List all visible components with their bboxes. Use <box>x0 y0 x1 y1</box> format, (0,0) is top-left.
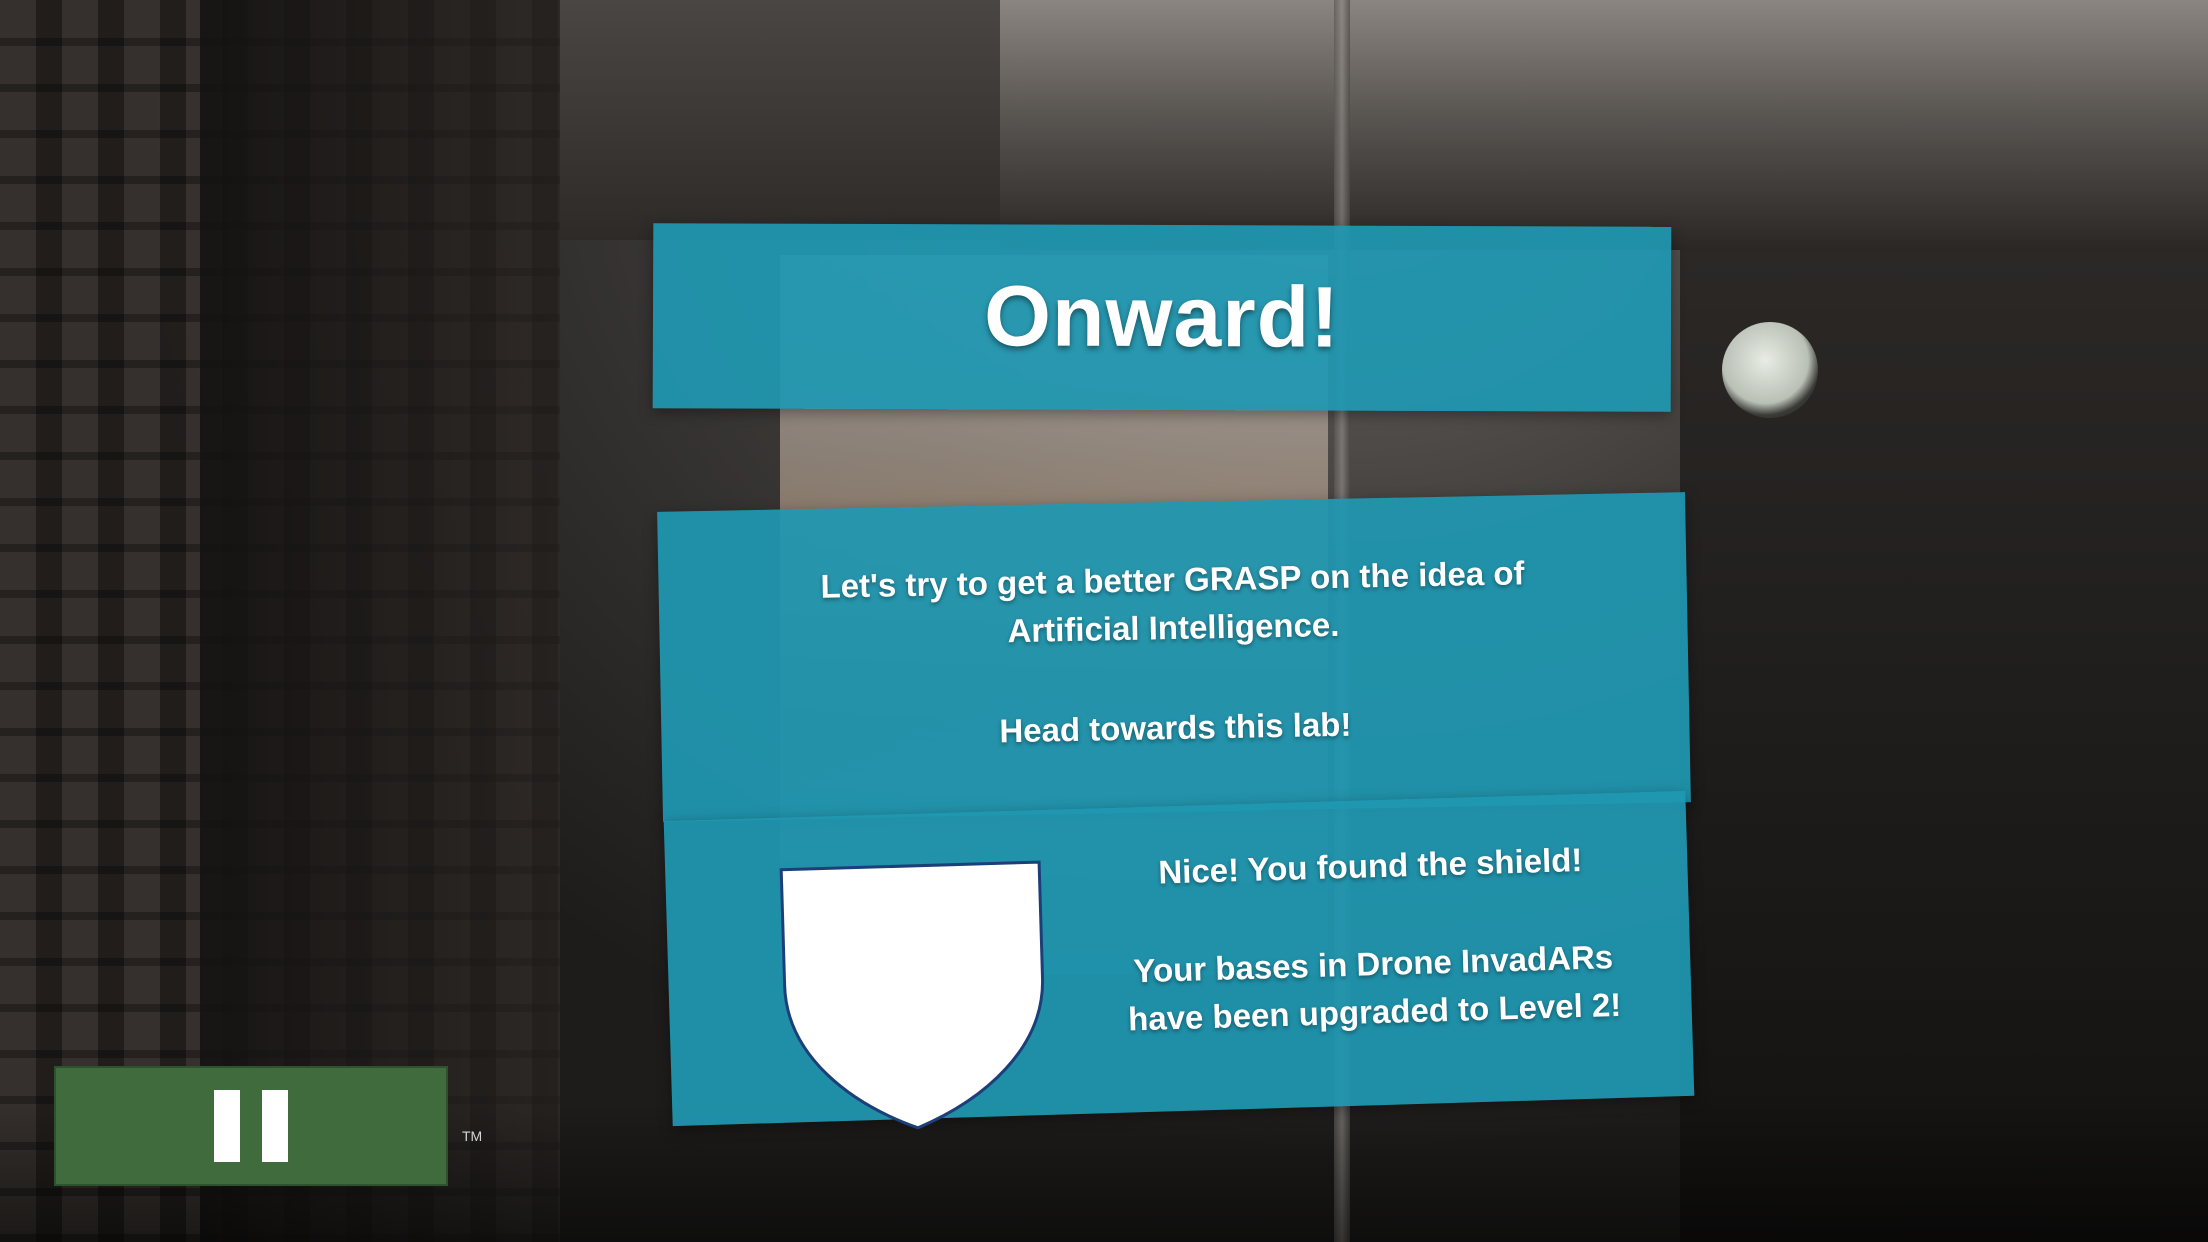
ar-camera-view: Onward! Let's try to get a better GRASP … <box>0 0 2208 1242</box>
reward-headline: Nice! You found the shield! <box>1157 841 1583 891</box>
reward-panel: Nice! You found the shield! Your bases i… <box>663 790 1695 1130</box>
shield-icon <box>779 860 1045 1130</box>
background-ceiling <box>1000 0 2208 250</box>
title-text: Onward! <box>983 268 1341 366</box>
pause-bar <box>262 1090 288 1162</box>
background-frame <box>200 0 560 1242</box>
message-instruction: Head towards this lab! <box>998 705 1352 750</box>
pause-icon <box>214 1090 288 1162</box>
background-light <box>1722 322 1818 418</box>
background-doorway <box>560 0 1000 240</box>
message-panel: Let's try to get a better GRASP on the i… <box>657 492 1691 822</box>
trademark-mark: TM <box>462 1128 483 1144</box>
pause-button[interactable] <box>54 1066 448 1186</box>
title-panel: Onward! <box>652 223 1672 412</box>
pause-bar <box>214 1090 240 1162</box>
